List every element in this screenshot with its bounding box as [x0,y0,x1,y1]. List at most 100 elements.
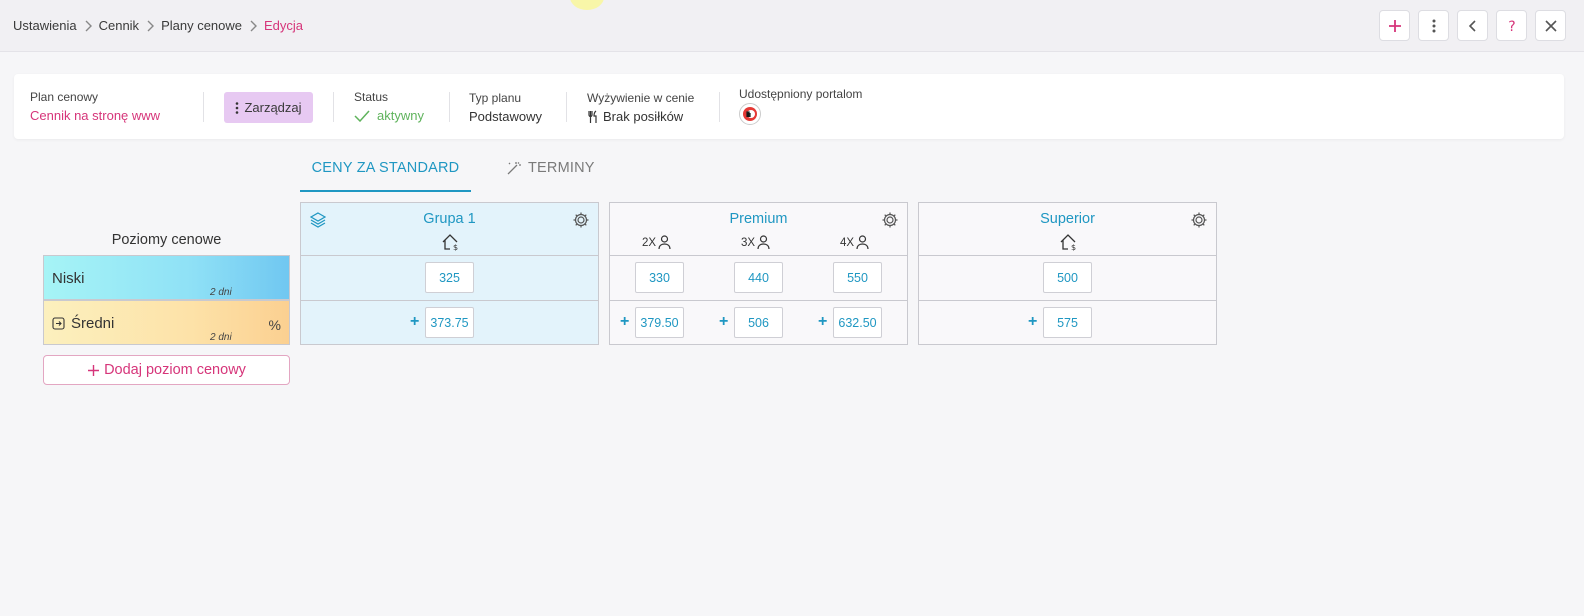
divider [203,92,204,122]
type-label: Typ planu [469,91,522,105]
level-days: 2 dni [210,287,232,298]
meals-value: Brak posiłków [587,109,694,124]
breadcrumb: Ustawienia Cennik Plany cenowe Edycja [13,18,303,33]
close-icon [1544,19,1557,32]
price-input[interactable]: 379.50 [635,307,684,338]
type-value: Podstawowy [469,109,542,124]
room-name: Grupa 1 [423,211,476,227]
plus-icon: + [719,313,729,330]
help-icon: ? [1508,19,1515,34]
check-icon [354,109,370,122]
occupancy-3x: 3X [741,235,770,250]
tab-label: CENY ZA STANDARD [311,160,460,176]
meals-text: Brak posiłków [603,109,684,124]
manage-button[interactable]: Zarządzaj [224,92,313,123]
person-icon [757,235,770,250]
room-name: Superior [1040,211,1095,227]
cursor-highlight [570,0,604,10]
add-button[interactable] [1379,10,1410,41]
gear-icon[interactable] [572,211,590,229]
occupancy-4x: 4X [840,235,869,250]
plus-icon [88,364,100,376]
price-level-low[interactable]: Niski 2 dni [43,255,290,300]
plus-icon: + [1028,313,1038,330]
level-percent[interactable]: % [269,317,281,333]
portals-label: Udostępniony portalom [739,87,863,101]
divider [449,92,450,122]
breadcrumb-item-pricelist[interactable]: Cennik [99,18,139,33]
help-button[interactable]: ? [1496,10,1527,41]
tab-label: TERMINY [528,160,595,176]
back-button[interactable] [1457,10,1488,41]
tab-terms[interactable]: TERMINY [506,160,595,176]
price-input[interactable]: 506 [734,307,783,338]
price-input[interactable]: 330 [635,262,684,293]
person-icon [658,235,671,250]
top-actions: ? [1379,10,1566,41]
close-button[interactable] [1535,10,1566,41]
chevron-right-icon [242,20,264,32]
breadcrumb-item-edit: Edycja [264,18,304,33]
room-panel-grupa-1: Grupa 1 $ 325 + 373.75 [300,202,599,345]
magic-wand-icon [507,162,521,175]
gear-icon[interactable] [881,211,899,229]
house-price-icon: $ [1060,234,1076,251]
add-price-level-button[interactable]: Dodaj poziom cenowy [43,355,290,385]
svg-text:?: ? [1508,19,1515,34]
divider [333,92,334,122]
plus-icon [1388,19,1401,32]
level-name: Niski [52,270,85,287]
more-button[interactable] [1418,10,1449,41]
top-bar: Ustawienia Cennik Plany cenowe Edycja ? [0,0,1584,52]
price-input[interactable]: 373.75 [425,307,474,338]
level-name: Średni [52,315,114,332]
manage-label: Zarządzaj [244,100,302,115]
plan-label: Plan cenowy [30,90,99,104]
plan-name[interactable]: Cennik na stronę www [30,108,160,123]
divider [566,92,567,122]
divider [719,92,720,122]
price-input[interactable]: 500 [1043,262,1092,293]
plan-info-card: Plan cenowy Cennik na stronę www Zarządz… [14,74,1564,139]
cutlery-icon [588,110,597,123]
price-input[interactable]: 632.50 [833,307,882,338]
more-vertical-icon [1432,19,1435,32]
status-text: aktywny [377,108,424,123]
row-divider [610,300,907,301]
portals-block: Udostępniony portalom [739,87,862,125]
svg-text:$: $ [1071,243,1076,251]
price-input[interactable]: 440 [734,262,783,293]
price-input[interactable]: 575 [1043,307,1092,338]
price-input[interactable]: 325 [425,262,474,293]
row-divider [301,300,598,301]
login-icon [52,317,65,330]
house-price-icon: $ [442,234,458,251]
price-input[interactable]: 550 [833,262,882,293]
level-days: 2 dni [210,332,232,343]
chevron-left-icon [1468,19,1476,32]
meals-block: Wyżywienie w cenie Brak posiłków [587,91,694,124]
plan-type-block: Typ planu Podstawowy [469,91,542,124]
gear-icon[interactable] [1190,211,1208,229]
chevron-right-icon [77,20,99,32]
status-label: Status [354,90,389,104]
portal-logo-icon[interactable] [739,103,761,125]
tab-standard-prices[interactable]: CENY ZA STANDARD [300,160,471,192]
svg-text:$: $ [453,243,458,251]
price-levels-title: Poziomy cenowe [111,232,222,248]
plan-name-block: Plan cenowy Cennik na stronę www [30,90,160,123]
chevron-right-icon [139,20,161,32]
status-value: aktywny [354,108,424,123]
room-panel-premium: Premium 2X 3X 4X 330 440 550 + 379.50 + … [609,202,908,345]
plus-icon: + [410,313,420,330]
breadcrumb-item-price-plans[interactable]: Plany cenowe [161,18,242,33]
more-vertical-icon [236,101,239,114]
room-panel-superior: Superior $ 500 + 575 [918,202,1217,345]
meals-label: Wyżywienie w cenie [587,91,695,105]
row-divider [919,300,1216,301]
status-block: Status aktywny [354,90,424,123]
breadcrumb-item-settings[interactable]: Ustawienia [13,18,77,33]
occupancy-2x: 2X [642,235,671,250]
price-level-medium[interactable]: Średni 2 dni % [43,300,290,345]
add-level-label: Dodaj poziom cenowy [104,362,246,378]
